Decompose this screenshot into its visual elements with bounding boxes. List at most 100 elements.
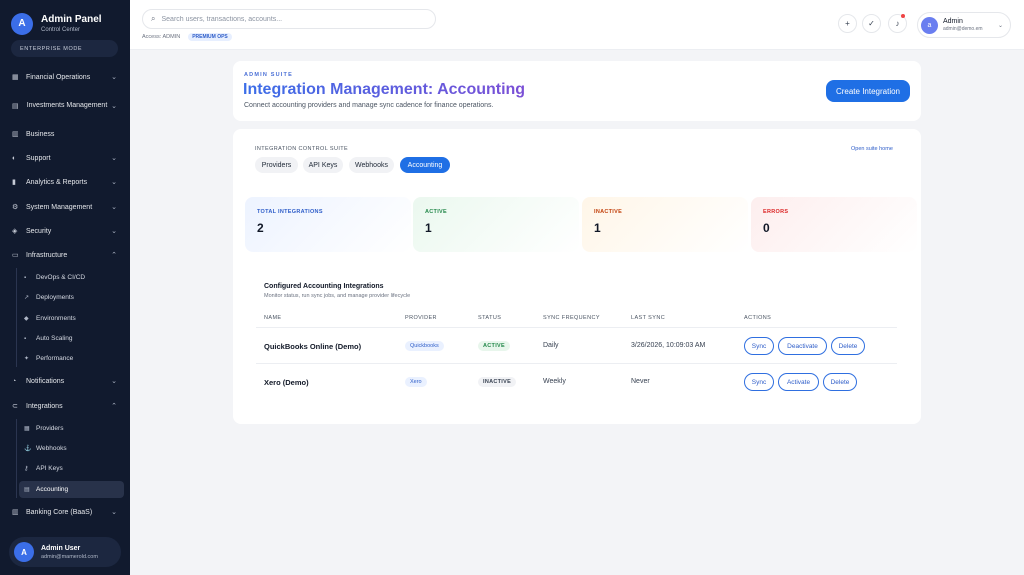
deactivate-button[interactable]: Deactivate (778, 337, 827, 355)
tab-providers[interactable]: Providers (255, 157, 298, 173)
sidebar-item-notifications[interactable]: ◔ Notifications ⌄ (0, 374, 130, 388)
row-last-sync: Never (631, 378, 650, 385)
sidebar-subitem-deployments[interactable]: ↗ Deployments (19, 289, 124, 306)
sidebar-subitem-label: Environments (36, 315, 76, 322)
user-card[interactable]: A Admin User admin@mamerold.com (9, 537, 121, 567)
sidebar-item-security[interactable]: ◈ Security ⌄ (0, 224, 130, 238)
column-header-actions: ACTIONS (744, 315, 772, 321)
admin-info: Admin admin@demo.em (943, 17, 998, 33)
stat-label: ACTIVE (425, 209, 447, 215)
sidebar-subitem-label: Providers (36, 425, 64, 432)
sidebar-subitem-environments[interactable]: ◆ Environments (19, 310, 124, 327)
stat-value: 2 (257, 221, 264, 235)
bolt-icon: ✦ (24, 356, 30, 362)
cog-icon: ⚙ (12, 204, 19, 211)
delete-button[interactable]: Delete (823, 373, 857, 391)
user-email: admin@mamerold.com (41, 553, 98, 560)
create-integration-button[interactable]: Create Integration (826, 80, 910, 102)
stat-value: 1 (425, 221, 432, 235)
chevron-down-icon: ⌄ (111, 509, 117, 516)
plug-icon: ⊂ (12, 403, 18, 410)
sidebar-subitem-performance[interactable]: ✦ Performance (19, 350, 124, 367)
sidebar-item-system-management[interactable]: ⚙ System Management ⌄ (0, 200, 130, 214)
sub-rail (16, 268, 17, 367)
stat-value: 0 (763, 221, 770, 235)
sidebar: A Admin Panel Control Center ENTERPRISE … (0, 0, 130, 575)
status-badge: INACTIVE (478, 377, 517, 387)
open-suite-home-link[interactable]: Open suite home (851, 146, 893, 152)
brand-text: Admin Panel Control Center (41, 14, 102, 34)
hook-icon: ⚓ (24, 446, 32, 452)
grid-icon: ▦ (24, 426, 30, 432)
stat-label: TOTAL INTEGRATIONS (257, 209, 323, 215)
sidebar-item-investments-management[interactable]: ▤ Investments Management ⌄ (0, 95, 130, 117)
brand-logo: A (11, 12, 33, 35)
sync-button[interactable]: Sync (744, 337, 774, 355)
chevron-down-icon: ⌄ (111, 179, 117, 186)
sidebar-item-label: Notifications (26, 377, 65, 385)
stat-label: ERRORS (763, 209, 789, 215)
stat-total-integrations: TOTAL INTEGRATIONS 2 (245, 197, 411, 252)
status-badge: ACTIVE (478, 341, 510, 351)
brand-subtitle: Control Center (41, 26, 81, 33)
tab-accounting[interactable]: Accounting (400, 157, 450, 173)
stat-value: 1 (594, 221, 601, 235)
row-frequency: Weekly (543, 378, 566, 385)
ledger-icon: ▤ (24, 487, 30, 493)
stat-label: INACTIVE (594, 209, 623, 215)
tab-api-keys[interactable]: API Keys (303, 157, 343, 173)
sidebar-item-analytics-reports[interactable]: ▮ Analytics & Reports ⌄ (0, 175, 130, 189)
sidebar-item-label: Infrastructure (26, 251, 68, 259)
bank-icon: ▥ (12, 509, 19, 516)
sidebar-item-integrations[interactable]: ⊂ Integrations ⌃ (0, 399, 130, 413)
sidebar-subitem-devops[interactable]: ▪ DevOps & CI/CD (19, 269, 124, 286)
row-last-sync: 3/26/2026, 10:09:03 AM (631, 342, 706, 349)
chevron-down-icon: ⌄ (111, 204, 117, 211)
sidebar-item-financial-operations[interactable]: ▦ Financial Operations ⌄ (0, 70, 130, 84)
tab-webhooks[interactable]: Webhooks (349, 157, 394, 173)
tasks-button[interactable]: ✓ (862, 14, 881, 33)
sidebar-item-support[interactable]: ◐ Support ⌄ (0, 151, 130, 165)
table-subtitle: Monitor status, run sync jobs, and manag… (264, 293, 411, 299)
code-icon: ▪ (24, 274, 27, 281)
chart-icon: ▤ (12, 103, 19, 110)
bank-icon: ▦ (12, 74, 19, 81)
topbar: ⌕ Access: ADMIN PREMIUM OPS + ✓ ♪ a Admi… (130, 0, 1024, 50)
sidebar-item-infrastructure[interactable]: ▭ Infrastructure ⌃ (0, 248, 130, 262)
sync-button[interactable]: Sync (744, 373, 774, 391)
sidebar-subitem-label: DevOps & CI/CD (36, 274, 86, 281)
sidebar-item-label: Business (26, 130, 55, 138)
search-bar[interactable]: ⌕ (142, 9, 436, 29)
chevron-down-icon: ⌄ (111, 103, 117, 110)
column-header-provider: PROVIDER (405, 315, 437, 321)
row-name: QuickBooks Online (Demo) (264, 342, 362, 351)
notifications-button[interactable]: ♪ (888, 14, 907, 33)
sidebar-item-banking-core[interactable]: ▥ Banking Core (BaaS) ⌄ (0, 505, 130, 519)
sidebar-subitem-accounting[interactable]: ▤ Accounting (19, 481, 124, 498)
activate-button[interactable]: Activate (778, 373, 819, 391)
brand[interactable]: A Admin Panel Control Center (0, 0, 130, 36)
column-header-last-sync: LAST SYNC (631, 315, 666, 321)
user-name: Admin User (41, 544, 81, 552)
building-icon: ▥ (12, 131, 19, 138)
access-info: Access: ADMIN PREMIUM OPS (142, 33, 232, 41)
shield-icon: ◈ (12, 228, 18, 235)
notification-dot (901, 14, 905, 18)
sidebar-item-business[interactable]: ▥ Business (0, 127, 130, 141)
eyebrow: ADMIN SUITE (244, 72, 293, 78)
bell-icon: ♪ (895, 19, 900, 28)
sidebar-subitem-auto-scaling[interactable]: ▪ Auto Scaling (19, 330, 124, 347)
sidebar-subitem-providers[interactable]: ▦ Providers (19, 420, 124, 437)
table-title: Configured Accounting Integrations (264, 283, 384, 290)
account-menu[interactable]: a Admin admin@demo.em ⌄ (917, 12, 1011, 38)
delete-button[interactable]: Delete (831, 337, 865, 355)
sidebar-subitem-webhooks[interactable]: ⚓ Webhooks (19, 440, 124, 457)
add-button[interactable]: + (838, 14, 857, 33)
sidebar-item-label: System Management (26, 203, 93, 211)
sidebar-subitem-api-keys[interactable]: ⚷ API Keys (19, 460, 124, 477)
page-description: Connect accounting providers and manage … (244, 102, 494, 109)
access-text: Access: ADMIN (142, 34, 181, 40)
key-icon: ⚷ (24, 466, 29, 472)
sidebar-subitem-label: Deployments (36, 294, 74, 301)
search-input[interactable] (161, 15, 422, 23)
